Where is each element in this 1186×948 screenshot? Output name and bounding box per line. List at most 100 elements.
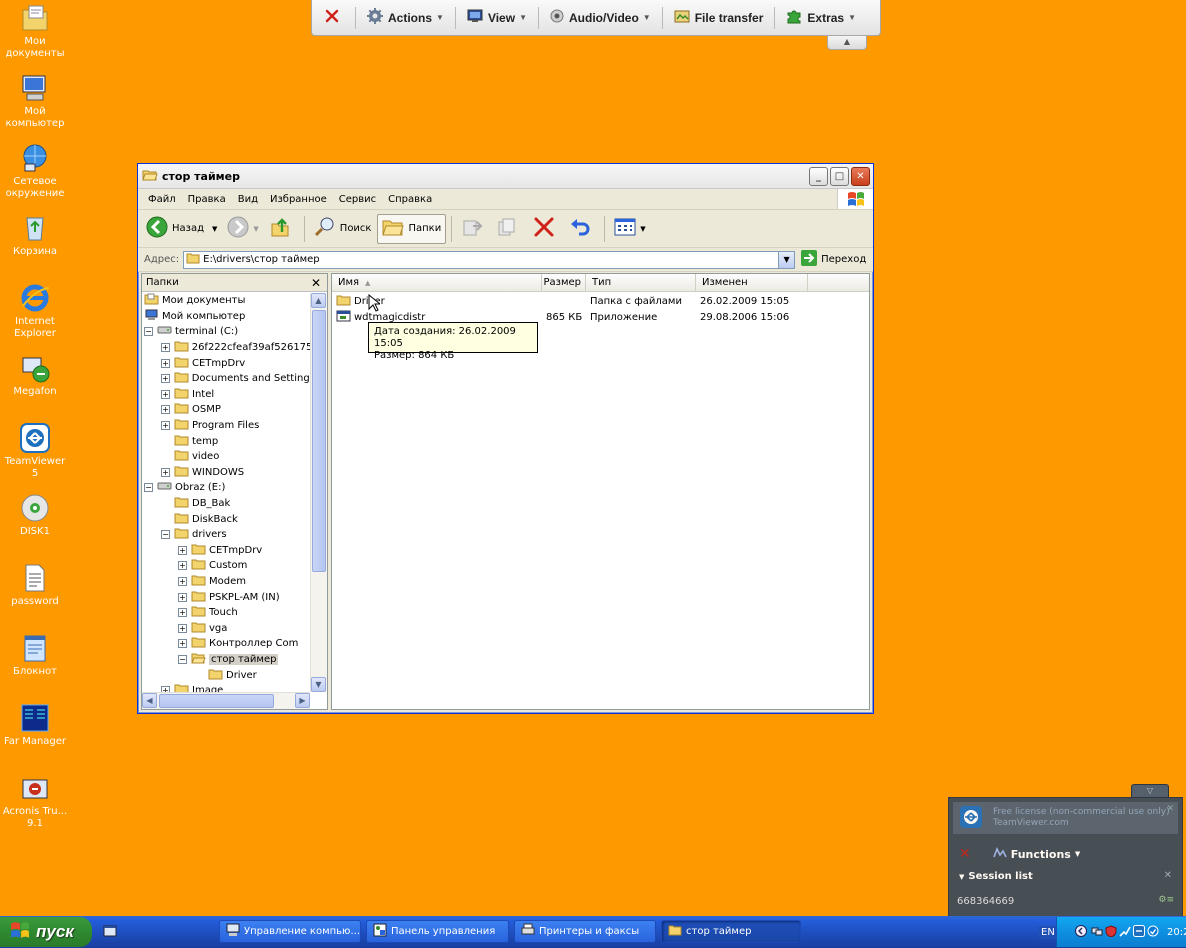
scroll-left-button[interactable]: ◀ [142, 693, 157, 708]
desktop-icon-2[interactable]: Мой компьютер [0, 72, 70, 130]
taskbar-button[interactable]: Панель управления [366, 920, 509, 943]
tree-item[interactable]: video [142, 449, 310, 465]
undo-button[interactable] [565, 214, 599, 244]
expand-icon[interactable]: + [178, 608, 187, 618]
tree-item[interactable]: + Program Files [142, 418, 310, 434]
close-button[interactable]: ✕ [851, 166, 870, 186]
expand-icon[interactable]: + [161, 405, 170, 415]
expand-icon[interactable]: + [161, 467, 170, 477]
network-tray-icon[interactable] [1091, 925, 1103, 940]
close-pane-button[interactable]: ✕ [311, 276, 321, 290]
teamviewer-tray-icon[interactable] [1133, 924, 1145, 940]
session-id[interactable]: 668364669 [957, 896, 1014, 907]
tree-item[interactable]: + vga [142, 620, 310, 636]
desktop-icon-1[interactable]: Мои документы [0, 2, 70, 60]
tree-item[interactable]: − стор таймер [142, 652, 310, 668]
window-titlebar[interactable]: стор таймер _ □ ✕ [138, 164, 873, 189]
expand-icon[interactable]: + [178, 561, 187, 571]
column-modified[interactable]: Изменен [696, 274, 808, 291]
collapse-icon[interactable]: − [178, 654, 187, 664]
tv-extras-menu[interactable]: Extras ▼ [779, 4, 863, 32]
tv-file-transfer-button[interactable]: File transfer [667, 4, 771, 32]
minimize-button[interactable]: _ [809, 166, 828, 186]
tv-audio-video-menu[interactable]: Audio/Video ▼ [543, 4, 658, 32]
column-name[interactable]: Имя ▲ [332, 274, 542, 291]
menu-view[interactable]: Вид [232, 194, 264, 205]
tree-horizontal-scrollbar[interactable]: ◀ ▶ [142, 692, 310, 709]
scroll-thumb[interactable] [312, 310, 326, 572]
tree-item[interactable]: + Custom [142, 558, 310, 574]
go-button[interactable]: Переход [801, 250, 866, 269]
scroll-right-button[interactable]: ▶ [295, 693, 310, 708]
tree-item[interactable]: + Контроллер Com [142, 636, 310, 652]
tree-vertical-scrollbar[interactable]: ▲ ▼ [310, 293, 327, 692]
desktop-icon-11[interactable]: Far Manager [0, 702, 70, 748]
tree-item[interactable]: + PSKPL-AM (IN) [142, 589, 310, 605]
expand-icon[interactable]: + [178, 623, 187, 633]
tree-item[interactable]: + Image [142, 683, 310, 692]
tree-item[interactable]: + CETmpDrv [142, 355, 310, 371]
tv-panel-close-button[interactable]: ✕ [959, 846, 971, 862]
close-icon[interactable]: ✕ [1164, 870, 1172, 881]
tray-collapse-icon[interactable] [1075, 924, 1087, 940]
tree-item[interactable]: +26f222cfeaf39af52617518e [142, 340, 310, 356]
session-list-header[interactable]: ▼ Session list [959, 871, 1033, 882]
tree-item[interactable]: + Documents and Settings [142, 371, 310, 387]
start-button[interactable]: пуск [0, 917, 92, 947]
address-dropdown-button[interactable]: ▼ [778, 251, 795, 268]
collapse-icon[interactable]: − [144, 327, 153, 337]
collapse-icon[interactable]: − [161, 530, 170, 540]
column-type[interactable]: Тип [586, 274, 696, 291]
tree-item[interactable]: + Touch [142, 605, 310, 621]
security-tray-icon[interactable] [1105, 924, 1117, 940]
scroll-up-button[interactable]: ▲ [311, 293, 326, 308]
expand-icon[interactable]: + [178, 592, 187, 602]
address-field[interactable]: E:\drivers\стор таймер ▼ [183, 250, 796, 269]
desktop-icon-5[interactable]: Internet Explorer [0, 282, 70, 340]
maximize-button[interactable]: □ [830, 166, 849, 186]
expand-icon[interactable]: + [161, 343, 170, 353]
functions-menu[interactable]: Functions [1011, 848, 1071, 861]
desktop-icon-12[interactable]: Acronis Tru... 9.1 [0, 772, 70, 830]
up-folder-button[interactable] [265, 214, 299, 244]
clock[interactable]: 20:26 [1167, 927, 1186, 938]
tree-item[interactable]: Мой компьютер [142, 309, 310, 325]
menu-help[interactable]: Справка [382, 194, 438, 205]
folders-button[interactable]: Папки [377, 213, 447, 244]
menu-file[interactable]: Файл [142, 194, 182, 205]
desktop-icon-10[interactable]: Блокнот [0, 632, 70, 678]
menu-edit[interactable]: Правка [182, 194, 232, 205]
tree-item[interactable]: − drivers [142, 527, 310, 543]
file-row[interactable]: Driver Папка с файлами 26.02.2009 15:05 [332, 294, 869, 310]
back-button[interactable]: Назад ▼ [142, 214, 221, 244]
search-button[interactable]: Поиск [310, 214, 376, 244]
close-icon[interactable]: ✕ [1166, 804, 1174, 814]
tree-item[interactable]: DiskBack [142, 511, 310, 527]
desktop-icon-4[interactable]: Корзина [0, 212, 70, 258]
tree-item[interactable]: − terminal (C:) [142, 324, 310, 340]
column-size[interactable]: Размер [542, 274, 586, 291]
copy-to-button[interactable] [493, 214, 527, 244]
hardware-tray-icon[interactable] [1119, 925, 1131, 940]
desktop-icon-3[interactable]: Сетевое окружение [0, 142, 70, 200]
language-indicator[interactable]: EN [1039, 926, 1057, 939]
expand-icon[interactable]: + [178, 639, 187, 649]
tree-item[interactable]: − Obraz (E:) [142, 480, 310, 496]
menu-favorites[interactable]: Избранное [264, 194, 333, 205]
agent-tray-icon[interactable] [1147, 925, 1159, 940]
tv-toolbar-collapse-button[interactable]: ▲ [827, 36, 867, 50]
quick-launch-show-desktop[interactable] [103, 924, 117, 941]
tree-item[interactable]: + WINDOWS [142, 465, 310, 481]
scroll-thumb[interactable] [159, 694, 274, 708]
tree-item[interactable]: + Modem [142, 574, 310, 590]
desktop-icon-8[interactable]: DISK1 [0, 492, 70, 538]
tv-view-menu[interactable]: View ▼ [460, 4, 534, 32]
expand-icon[interactable]: + [161, 389, 170, 399]
tree-item[interactable]: + Intel [142, 387, 310, 403]
session-options-icon[interactable]: ⚙≡ [1158, 895, 1174, 905]
views-button[interactable]: ▼ [610, 214, 649, 244]
taskbar-button[interactable]: стор таймер [661, 920, 801, 943]
tv-close-button[interactable] [318, 4, 351, 32]
expand-icon[interactable]: + [178, 545, 187, 555]
tv-actions-menu[interactable]: Actions ▼ [360, 4, 451, 32]
